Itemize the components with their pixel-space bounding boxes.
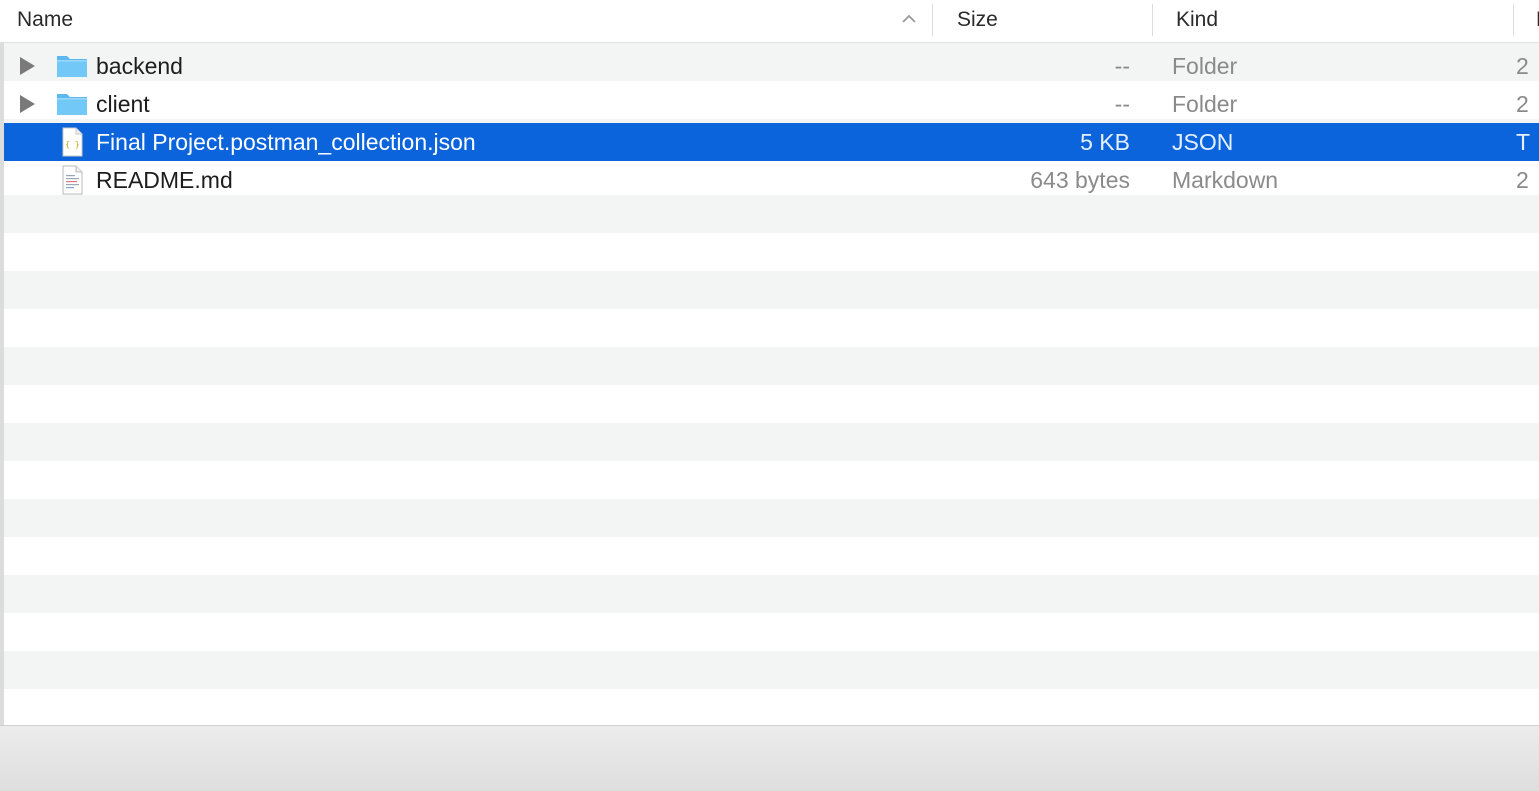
file-size: -- <box>1114 91 1130 117</box>
column-header-bar: Name Size Kind D <box>0 0 1539 43</box>
empty-row <box>4 271 1539 309</box>
file-kind: Folder <box>1172 91 1238 117</box>
file-name: Final Project.postman_collection.json <box>96 129 476 155</box>
file-kind: JSON <box>1172 129 1234 155</box>
file-size: -- <box>1114 53 1130 79</box>
empty-row <box>4 347 1539 385</box>
disclosure-triangle-icon[interactable] <box>20 57 35 75</box>
file-date: T <box>1516 129 1531 155</box>
chevron-up-icon[interactable] <box>900 10 918 28</box>
empty-row <box>4 461 1539 499</box>
empty-row <box>4 309 1539 347</box>
disclosure-triangle-icon[interactable] <box>20 95 35 113</box>
empty-row <box>4 233 1539 271</box>
file-date: 2 <box>1516 167 1529 193</box>
finder-list-view: Name Size Kind D <box>0 0 1539 791</box>
empty-row <box>4 499 1539 537</box>
column-header-name[interactable]: Name <box>0 0 932 42</box>
empty-row <box>4 423 1539 461</box>
file-name: README.md <box>96 167 233 193</box>
column-header-kind[interactable]: Kind <box>1153 0 1513 42</box>
folder-icon <box>57 94 87 115</box>
file-row-backend[interactable]: backend -- Folder 2 <box>4 47 1539 85</box>
folder-icon <box>57 56 87 77</box>
file-name: backend <box>96 53 183 79</box>
file-size: 643 bytes <box>1030 167 1130 193</box>
svg-text:{ }: { } <box>65 140 79 149</box>
empty-row <box>4 537 1539 575</box>
empty-row <box>4 651 1539 689</box>
file-size: 5 KB <box>1080 129 1130 155</box>
empty-row <box>4 689 1539 726</box>
column-header-kind-label: Kind <box>1176 8 1219 31</box>
column-header-size-label: Size <box>957 8 998 31</box>
column-header-size[interactable]: Size <box>933 0 1152 42</box>
file-date: 2 <box>1516 53 1529 79</box>
file-kind: Markdown <box>1172 167 1279 193</box>
file-row-readme[interactable]: README.md 643 bytes Markdown 2 <box>4 161 1539 199</box>
file-list: backend -- Folder 2 client -- Folder 2 {… <box>4 43 1539 726</box>
window-bottom-bar <box>0 726 1539 791</box>
empty-row <box>4 613 1539 651</box>
file-row-postman-collection[interactable]: { } Final Project.postman_collection.jso… <box>4 123 1539 161</box>
empty-row <box>4 385 1539 423</box>
column-header-name-label: Name <box>17 8 74 31</box>
file-date: 2 <box>1516 91 1529 117</box>
column-header-date[interactable]: D <box>1514 0 1539 42</box>
file-row-client[interactable]: client -- Folder 2 <box>4 85 1539 123</box>
file-name: client <box>96 91 150 117</box>
text-file-icon <box>62 165 83 195</box>
file-kind: Folder <box>1172 53 1238 79</box>
empty-row <box>4 195 1539 233</box>
empty-row <box>4 575 1539 613</box>
json-file-icon: { } <box>62 127 83 157</box>
